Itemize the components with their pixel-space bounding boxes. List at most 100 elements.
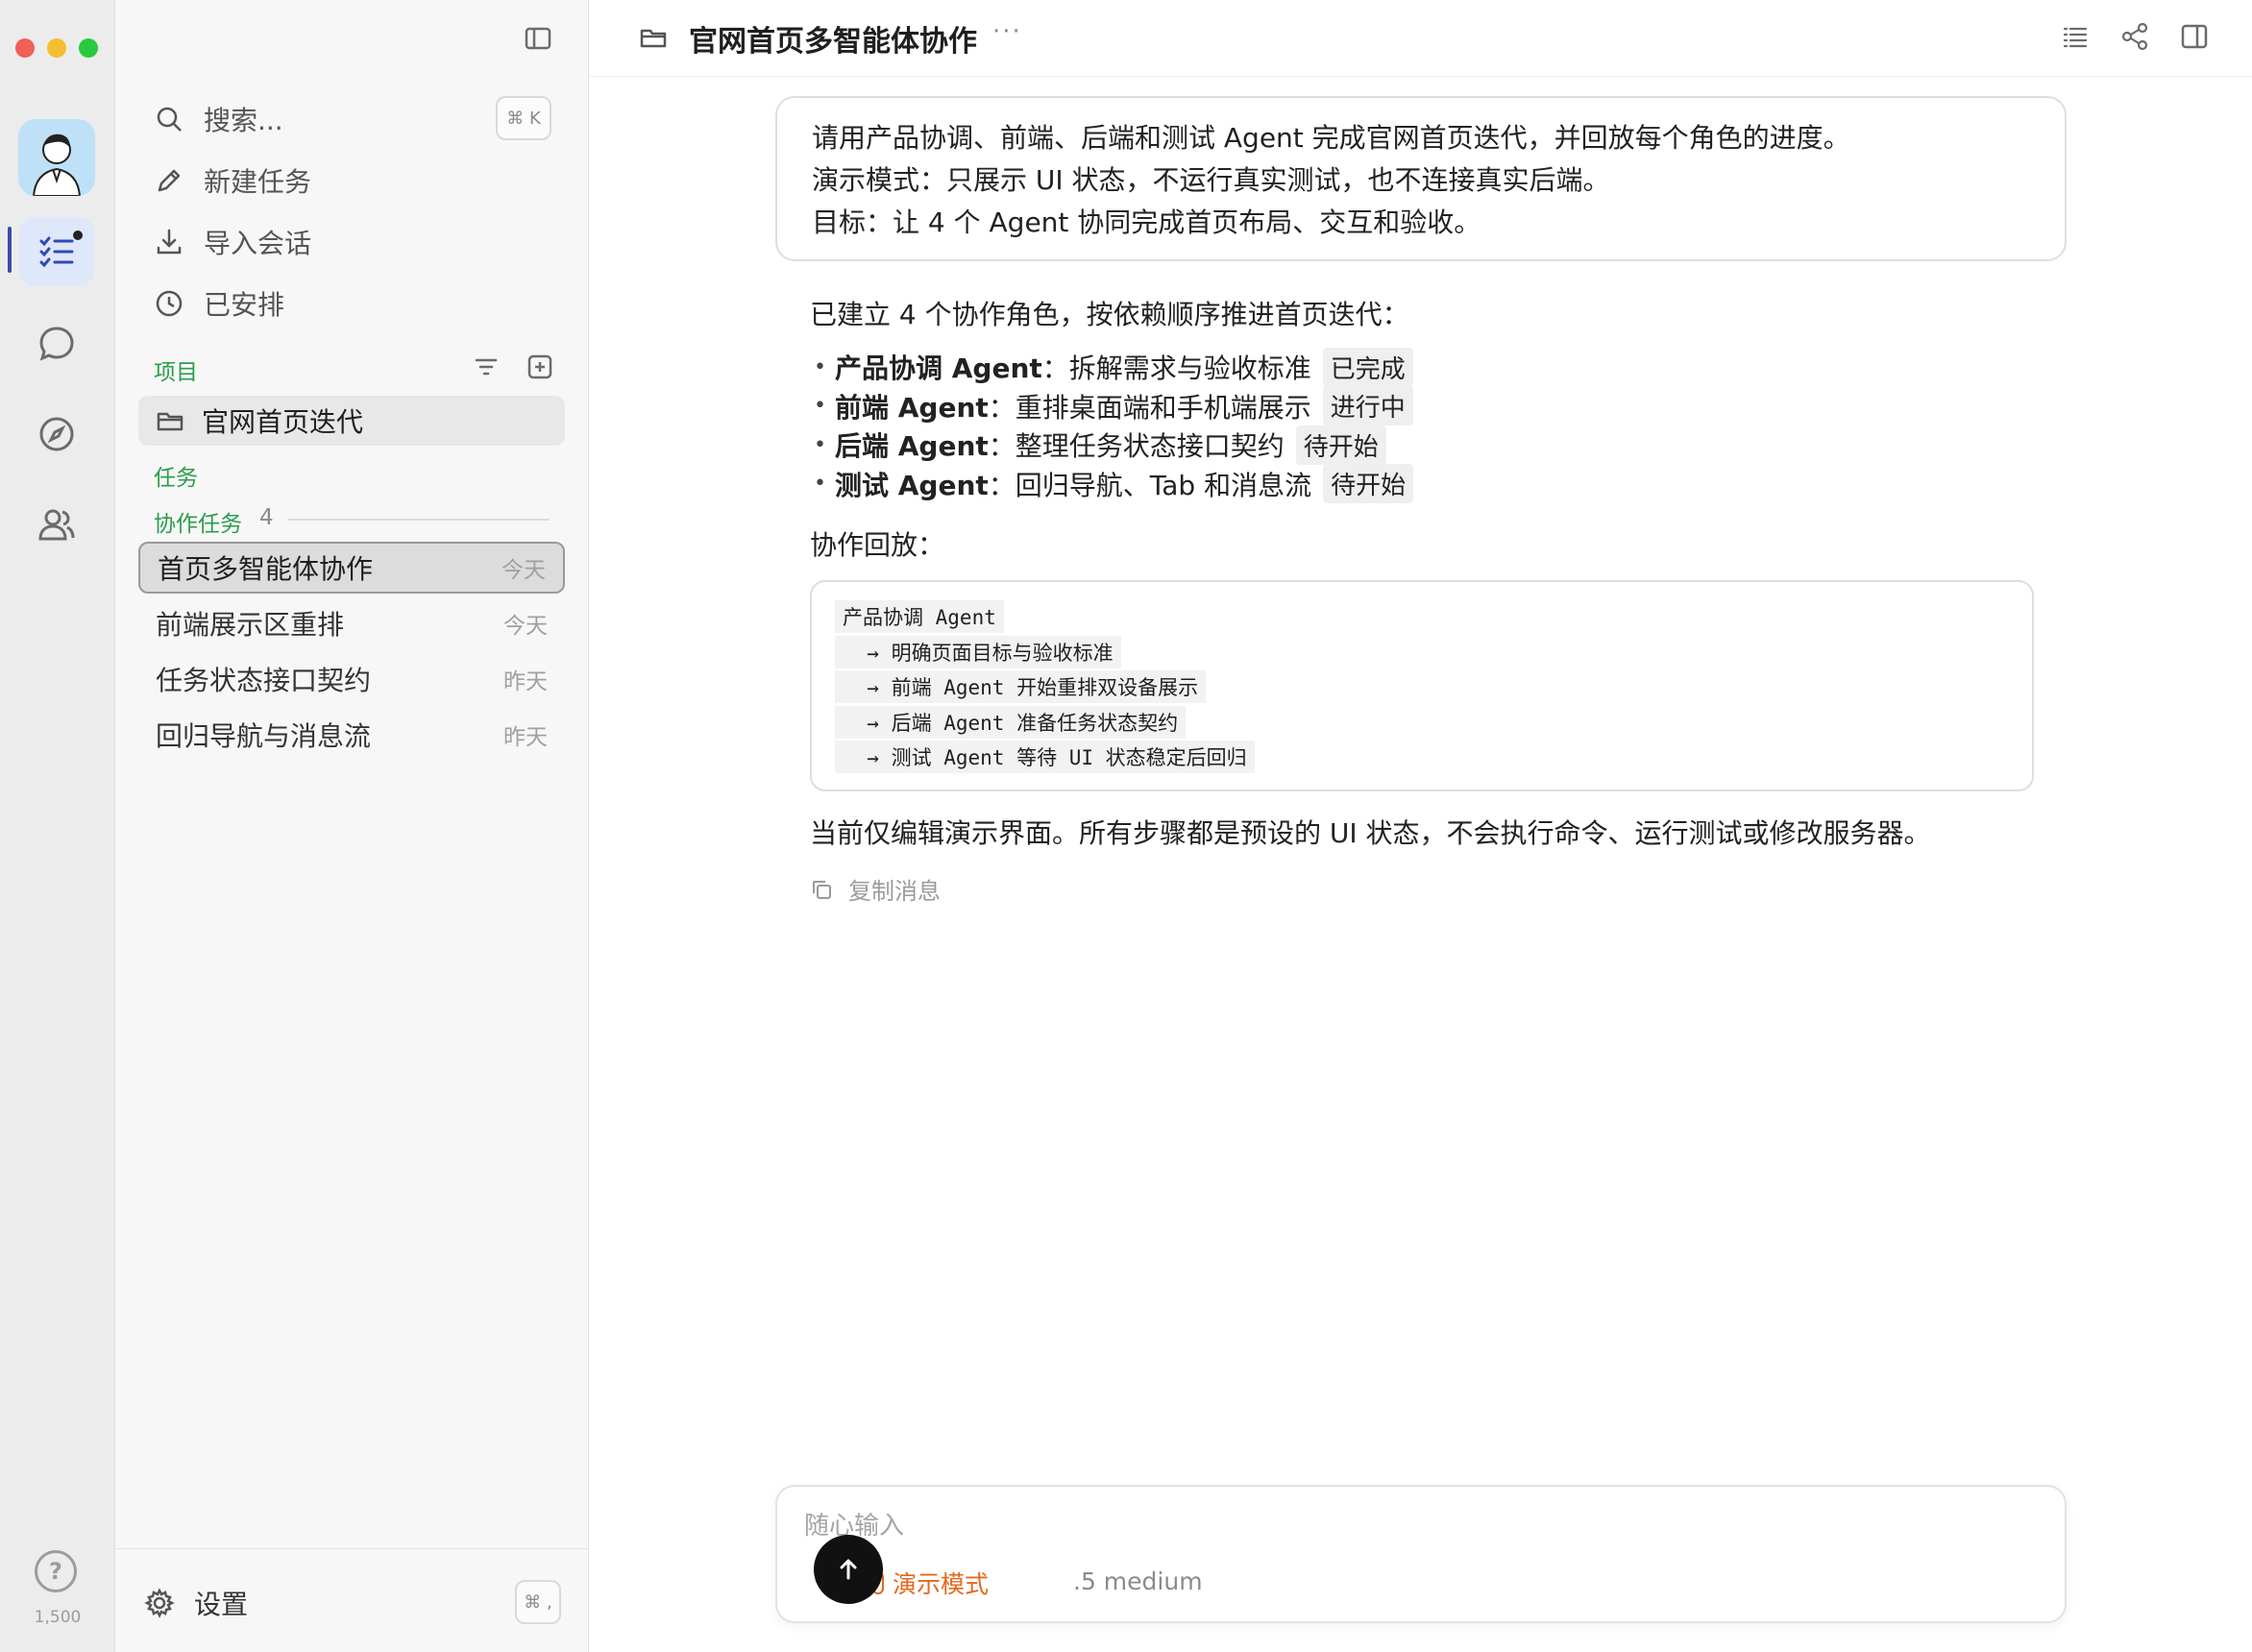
- model-selector[interactable]: .5 medium: [1073, 1567, 1203, 1595]
- agent-task: ：拆解需求与验收标准: [1041, 352, 1311, 384]
- checklist-icon: [39, 236, 74, 268]
- task-time: 今天: [502, 558, 546, 583]
- app-rail: ? 1,500: [0, 0, 115, 1652]
- users-icon: [38, 509, 75, 541]
- folder-icon: [639, 23, 668, 52]
- gear-icon: [144, 1588, 175, 1618]
- help-icon[interactable]: ?: [35, 1550, 77, 1592]
- composer[interactable]: 随心输入 演示模式 .5 medium: [775, 1485, 2067, 1623]
- settings-shortcut: ⌘ ,: [515, 1580, 561, 1624]
- sidebar-toggle-icon: [525, 27, 551, 50]
- main-panel: 官网首页多智能体协作 ··· 请用产品协调、前端、后端和测试 Agent 完成官…: [589, 0, 2252, 1652]
- code-line: → 后端 Agent 准备任务状态契约: [835, 705, 2009, 741]
- collab-task-count: 4: [259, 505, 274, 530]
- avatar[interactable]: [18, 119, 95, 196]
- agent-name: 产品协调 Agent: [835, 352, 1042, 384]
- close-window-button[interactable]: [15, 38, 35, 58]
- task-title: 回归导航与消息流: [156, 720, 372, 752]
- rail-tasks-button[interactable]: [19, 217, 94, 286]
- replay-label: 协作回放：: [810, 529, 945, 561]
- download-icon: [157, 229, 182, 255]
- status-badge: 待开始: [1323, 464, 1414, 503]
- code-text: → 前端 Agent 开始重排双设备展示: [835, 670, 1207, 704]
- arrow-up-icon: [840, 1559, 857, 1580]
- task-title: 前端展示区重排: [156, 609, 345, 641]
- list-item: • 产品协调 Agent ：拆解需求与验收标准 已完成: [810, 347, 1413, 387]
- status-badge: 已完成: [1322, 347, 1413, 387]
- section-divider: [288, 519, 550, 521]
- code-line: → 前端 Agent 开始重排双设备展示: [835, 669, 2009, 705]
- agent-name: 后端 Agent: [835, 430, 989, 462]
- list-item: • 前端 Agent ：重排桌面端和手机端展示 进行中: [810, 386, 1413, 425]
- maximize-window-button[interactable]: [79, 38, 98, 58]
- agent-list: • 产品协调 Agent ：拆解需求与验收标准 已完成 • 前端 Agent ：…: [810, 347, 1414, 503]
- task-title: 首页多智能体协作: [158, 553, 374, 585]
- rail-chat-button[interactable]: [19, 309, 94, 378]
- task-title: 任务状态接口契约: [156, 665, 372, 696]
- top-actions: [2060, 21, 2210, 52]
- settings-bar: 设置 ⌘ ,: [115, 1548, 589, 1652]
- top-bar: 官网首页多智能体协作 ···: [589, 0, 2252, 77]
- rail-team-button[interactable]: [19, 490, 94, 559]
- search-icon: [157, 107, 182, 132]
- demo-mode-label: 演示模式: [893, 1570, 990, 1598]
- notification-dot: [73, 231, 83, 240]
- more-options-button[interactable]: ···: [992, 17, 1022, 46]
- task-item[interactable]: 首页多智能体协作 今天: [138, 542, 565, 594]
- agent-task: ：重排桌面端和手机端展示: [988, 391, 1311, 424]
- search-item[interactable]: 搜索...: [154, 96, 283, 142]
- user-message: 请用产品协调、前端、后端和测试 Agent 完成官网首页迭代，并回放每个角色的进…: [775, 96, 2067, 261]
- rail-explore-button[interactable]: [19, 400, 94, 469]
- minimize-window-button[interactable]: [47, 38, 66, 58]
- status-badge: 进行中: [1322, 386, 1413, 425]
- new-task-label: 新建任务: [204, 166, 312, 198]
- folder-icon: [157, 412, 184, 431]
- tasks-heading: 任务: [154, 466, 198, 491]
- task-time: 昨天: [503, 725, 548, 750]
- list-item: • 后端 Agent ：整理任务状态接口契约 待开始: [810, 425, 1413, 465]
- chat-bubble-icon: [39, 327, 74, 361]
- copy-message-button[interactable]: 复制消息: [810, 872, 941, 906]
- import-session-item[interactable]: 导入会话: [154, 219, 311, 265]
- new-task-item[interactable]: 新建任务: [154, 158, 311, 204]
- send-button[interactable]: [814, 1535, 883, 1604]
- collab-tasks-heading[interactable]: 协作任务: [154, 505, 242, 538]
- share-icon[interactable]: [2119, 21, 2150, 52]
- code-line: 产品协调 Agent: [835, 599, 2009, 635]
- list-item: • 测试 Agent ：回归导航、Tab 和消息流 待开始: [810, 464, 1414, 503]
- agent-name: 测试 Agent: [835, 469, 989, 501]
- code-text: → 明确页面目标与验收标准: [835, 635, 1121, 668]
- collapse-sidebar-button[interactable]: [523, 23, 553, 54]
- window-controls: [15, 38, 98, 58]
- page-title: 官网首页多智能体协作: [689, 25, 977, 59]
- agent-task: ：回归导航、Tab 和消息流: [988, 469, 1312, 501]
- outline-list-icon[interactable]: [2060, 21, 2091, 52]
- copy-icon: [813, 880, 831, 899]
- sidebar: 搜索... ⌘ K 新建任务 导入会话 已安排 项目 官网首页迭代 任务 协作任…: [115, 0, 589, 1652]
- scheduled-item[interactable]: 已安排: [154, 280, 284, 327]
- import-session-label: 导入会话: [204, 228, 312, 259]
- code-text: 产品协调 Agent: [835, 600, 1004, 634]
- side-panel-icon[interactable]: [2179, 21, 2210, 52]
- project-tools: [473, 353, 553, 380]
- code-line: → 明确页面目标与验收标准: [835, 635, 2009, 670]
- agent-task: ：整理任务状态接口契约: [988, 430, 1285, 462]
- task-item[interactable]: 任务状态接口契约 昨天: [138, 653, 565, 705]
- demo-mode-toggle[interactable]: 演示模式: [871, 1566, 989, 1600]
- projects-heading: 项目: [154, 360, 198, 385]
- add-project-icon[interactable]: [526, 353, 553, 380]
- rail-active-indicator: [8, 227, 12, 273]
- pencil-icon: [158, 169, 181, 192]
- user-message-line: 演示模式：只展示 UI 状态，不运行真实测试，也不连接真实后端。: [812, 164, 1610, 196]
- clock-icon: [156, 290, 183, 317]
- task-item[interactable]: 前端展示区重排 今天: [138, 597, 565, 649]
- task-item[interactable]: 回归导航与消息流 昨天: [138, 709, 565, 761]
- user-message-line: 请用产品协调、前端、后端和测试 Agent 完成官网首页迭代，并回放每个角色的进…: [812, 122, 1850, 154]
- code-line: → 测试 Agent 等待 UI 状态稳定后回归: [835, 740, 2009, 775]
- agent-name: 前端 Agent: [835, 391, 989, 424]
- project-item[interactable]: 官网首页迭代: [138, 396, 565, 446]
- search-shortcut: ⌘ K: [496, 96, 551, 140]
- filter-icon[interactable]: [473, 353, 500, 380]
- settings-button[interactable]: 设置: [144, 1584, 248, 1622]
- code-text: → 测试 Agent 等待 UI 状态稳定后回归: [835, 741, 1255, 774]
